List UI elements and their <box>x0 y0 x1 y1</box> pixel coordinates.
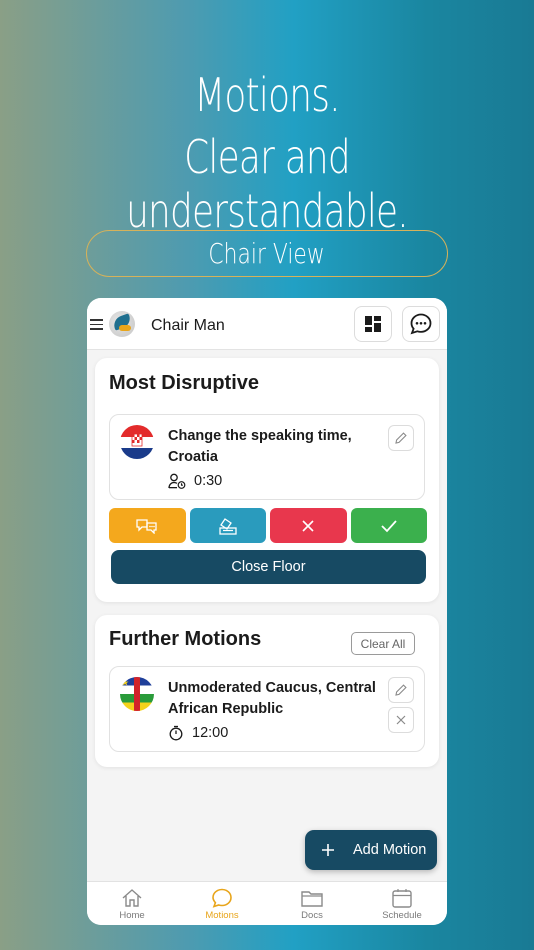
speech-bubble-icon <box>212 888 232 908</box>
dashboard-button[interactable] <box>354 306 392 342</box>
clear-all-button[interactable]: Clear All <box>351 632 415 655</box>
close-icon <box>396 715 406 725</box>
nav-label-docs: Docs <box>301 910 323 921</box>
username: Chair Man <box>151 317 225 334</box>
nav-label-motions: Motions <box>205 910 239 921</box>
edit-button[interactable] <box>388 677 414 703</box>
menu-icon[interactable] <box>90 319 103 330</box>
motion-title: Unmoderated Caucus, Central African Repu… <box>168 680 376 717</box>
central-african-republic-flag <box>120 677 154 711</box>
nav-item-docs[interactable]: Docs <box>267 882 357 925</box>
phone-screen: Chair Man Most Disruptive Change the spe… <box>87 298 447 925</box>
approve-button[interactable] <box>350 508 427 543</box>
nav-label-home: Home <box>119 910 145 921</box>
stopwatch-icon <box>169 725 183 741</box>
motion-title: Change the speaking time, Croatia <box>168 428 352 465</box>
calendar-icon <box>392 889 412 908</box>
add-motion-button[interactable]: Add Motion <box>305 830 437 870</box>
nav-item-schedule[interactable]: Schedule <box>357 882 447 925</box>
pencil-icon <box>395 684 407 696</box>
nav-label-schedule: Schedule <box>382 910 422 921</box>
motion-actions <box>109 508 427 543</box>
headline-line-2: Clear and understandable. <box>126 130 409 238</box>
most-disruptive-title: Most Disruptive <box>109 372 260 394</box>
most-disruptive-card: Most Disruptive Change the speaking time… <box>95 358 439 602</box>
chat-icon <box>410 313 432 335</box>
dashboard-icon <box>365 316 381 332</box>
speech-bubbles-icon <box>136 518 157 534</box>
plus-icon <box>322 844 334 856</box>
reject-button[interactable] <box>270 508 347 543</box>
folder-icon <box>301 891 323 907</box>
chat-button[interactable] <box>402 306 440 342</box>
top-bar: Chair Man <box>87 298 447 350</box>
check-icon <box>381 519 397 532</box>
close-icon <box>302 519 314 532</box>
motion-item[interactable]: Unmoderated Caucus, Central African Repu… <box>109 666 425 752</box>
bottom-nav: Home Motions Docs Schedule <box>87 881 447 925</box>
home-icon <box>122 889 142 907</box>
nav-item-motions[interactable]: Motions <box>177 882 267 925</box>
motion-time: 12:00 <box>192 725 229 741</box>
croatia-flag <box>120 425 154 459</box>
motion-meta: 0:30 <box>168 473 222 489</box>
motion-item[interactable]: Change the speaking time, Croatia 0:30 <box>109 414 425 500</box>
chair-view-pill: Chair View <box>86 230 448 277</box>
close-floor-button[interactable]: Close Floor <box>111 550 426 584</box>
vote-button[interactable] <box>189 508 266 543</box>
edit-button[interactable] <box>388 425 414 451</box>
chair-view-label: Chair View <box>208 237 326 270</box>
app-logo <box>109 311 135 337</box>
further-motions-card: Further Motions Clear All Unmoderated Ca… <box>95 615 439 767</box>
nav-item-home[interactable]: Home <box>87 882 177 925</box>
further-motions-title: Further Motions <box>109 628 262 650</box>
headline-line-1: Motions. <box>194 68 340 122</box>
speaker-time-icon <box>168 473 186 489</box>
pencil-icon <box>395 432 407 444</box>
motion-time: 0:30 <box>194 473 223 489</box>
motion-meta: 12:00 <box>168 725 228 741</box>
vote-icon <box>219 517 237 535</box>
discuss-button[interactable] <box>109 508 186 543</box>
add-motion-label: Add Motion <box>353 842 427 858</box>
remove-button[interactable] <box>388 707 414 733</box>
